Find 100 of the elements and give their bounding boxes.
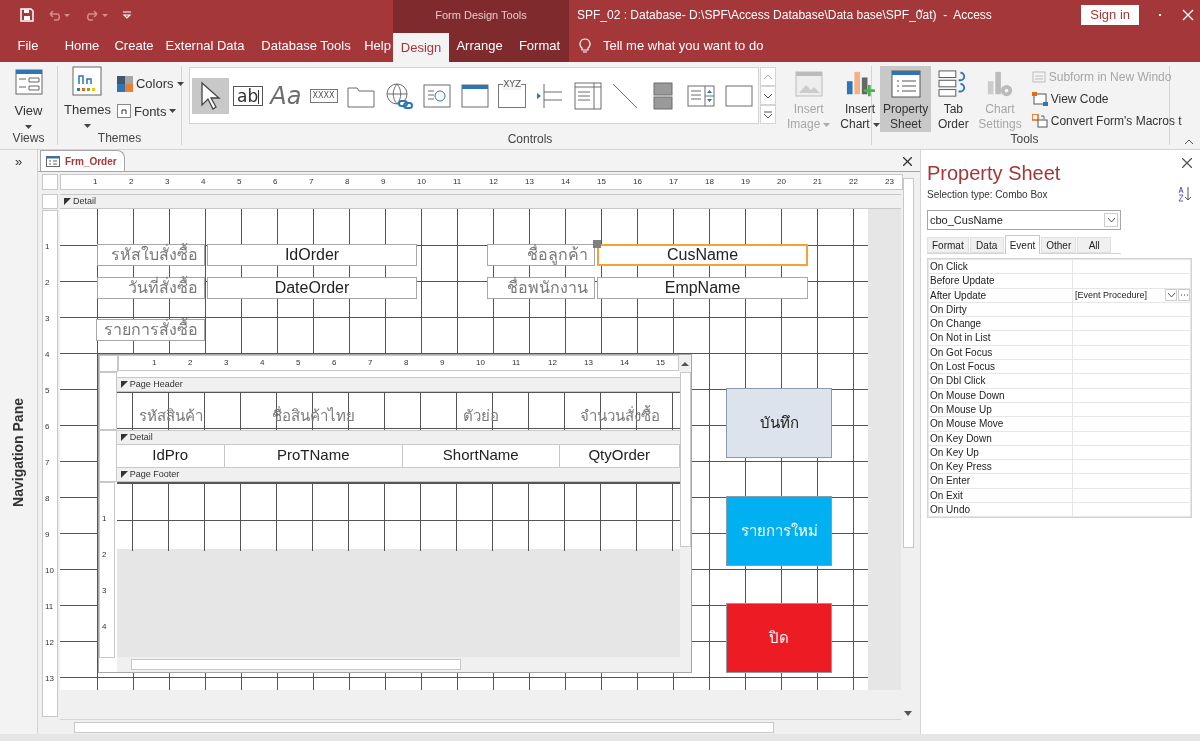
close-icon[interactable] <box>903 157 912 166</box>
dropdown-button[interactable] <box>1104 213 1118 227</box>
property-value-field[interactable] <box>1073 460 1190 474</box>
ribbon-tab[interactable]: Design <box>393 33 449 62</box>
ruler-number: 14 <box>561 176 570 188</box>
view-button[interactable]: View <box>14 66 43 131</box>
property-value-field[interactable] <box>1073 445 1190 460</box>
scroll-up-button[interactable] <box>679 355 691 372</box>
close-icon[interactable] <box>1182 158 1192 168</box>
arrow-down-icon[interactable] <box>904 711 912 716</box>
property-name: On Dirty <box>929 302 1072 317</box>
property-value-field[interactable] <box>1073 474 1190 488</box>
property-tab[interactable]: Format <box>927 237 969 253</box>
text-box-control[interactable]: EmpName <box>597 277 808 299</box>
field-label[interactable]: วันที่สั่งซื้อ <box>97 277 205 299</box>
field-label[interactable]: รหัสใบสั่งซื้อ <box>97 244 205 266</box>
fonts-button[interactable]: Fonts <box>116 101 184 121</box>
panel-title: Property Sheet <box>927 161 1061 186</box>
button-tool[interactable]: XXXX <box>305 77 342 114</box>
property-name: On Mouse Up <box>929 402 1072 417</box>
object-dropdown[interactable]: cbo_CusName <box>927 210 1121 230</box>
window-title: SPF_02 : Database- D:\SPF\Access Database\Data base\SPF_0ัat) - Access <box>577 7 992 24</box>
ruler-number: 12 <box>45 638 54 648</box>
ruler-number: 3 <box>45 314 50 324</box>
chart-icon <box>844 70 877 98</box>
property-value-field[interactable] <box>1073 302 1190 317</box>
form-view-icon <box>14 69 43 95</box>
property-value-field[interactable] <box>1073 374 1190 388</box>
builder-button[interactable] <box>1178 288 1190 301</box>
section-selector[interactable] <box>42 194 58 209</box>
property-value-field[interactable] <box>1073 388 1190 402</box>
command-button[interactable]: บันทึก <box>726 388 832 458</box>
hyperlink-icon <box>385 81 414 110</box>
ruler-number: 6 <box>331 357 337 369</box>
minimize-icon[interactable] <box>1159 13 1162 17</box>
property-value-field[interactable] <box>1073 260 1190 274</box>
property-value-field[interactable] <box>1073 402 1190 417</box>
caret-icon <box>84 123 91 128</box>
text-box-control[interactable]: IdOrder <box>207 244 417 266</box>
save-icon[interactable] <box>20 8 34 22</box>
ruler-number: 2 <box>102 550 107 560</box>
field-label[interactable]: รายการสั่งซื้อ <box>96 319 205 341</box>
ribbon-button[interactable]: Tab Order <box>934 66 973 132</box>
page-break-icon <box>535 82 564 109</box>
undo-icon[interactable] <box>46 9 72 21</box>
collapse-ribbon-icon[interactable] <box>1184 139 1194 145</box>
property-tab[interactable]: Data <box>969 237 1004 253</box>
scroll-down-button[interactable] <box>760 86 776 105</box>
text-box-tool[interactable]: ab <box>229 77 267 114</box>
property-name: On Mouse Move <box>929 417 1072 431</box>
section-title: Page Footer <box>129 467 180 481</box>
property-value-field[interactable] <box>1073 488 1190 503</box>
dropdown-button[interactable] <box>1165 288 1177 301</box>
themes-button[interactable]: Themes <box>64 66 111 131</box>
field-label[interactable]: ชื่อลูกค้า <box>487 244 595 266</box>
more-button[interactable] <box>760 105 776 124</box>
group-label: Tools <box>1010 132 1039 146</box>
property-tab[interactable]: All <box>1077 237 1112 253</box>
property-value-field[interactable] <box>1073 360 1190 374</box>
lightbulb-icon[interactable] <box>579 38 591 54</box>
ribbon-button[interactable]: Convert Form's Macros t <box>1031 112 1182 130</box>
customize-icon[interactable] <box>122 11 132 19</box>
pointer-tool[interactable] <box>192 77 229 114</box>
option-group-tool[interactable]: XYZ <box>493 77 531 114</box>
property-value-field[interactable] <box>1073 431 1190 445</box>
property-value-field[interactable] <box>1073 317 1190 331</box>
property-value-field[interactable] <box>1073 331 1190 345</box>
colors-button[interactable]: Colors <box>116 74 184 94</box>
property-value-field[interactable] <box>1073 417 1190 431</box>
section-arrow-icon <box>120 471 128 478</box>
redo-icon[interactable] <box>84 9 110 21</box>
property-value-field[interactable] <box>1073 274 1190 288</box>
property-tab[interactable]: Other <box>1041 237 1077 253</box>
tell-me-search[interactable]: Tell me what you want to do <box>603 36 764 56</box>
field-label[interactable]: ชื่อพนักงาน <box>487 277 595 299</box>
property-name: On Mouse Down <box>929 388 1072 402</box>
ribbon-button[interactable]: View Code <box>1031 90 1182 108</box>
sign-in-button[interactable]: Sign in <box>1081 5 1139 25</box>
horizontal-scrollbar[interactable] <box>116 657 680 672</box>
section-selector[interactable] <box>99 372 117 430</box>
context-tab-title: Form Design Tools <box>435 7 527 23</box>
label-tool[interactable]: Aa <box>267 77 305 114</box>
ribbon-button[interactable]: Property Sheet <box>880 66 932 132</box>
property-value-field[interactable] <box>1073 345 1190 360</box>
ruler-number: 4 <box>45 350 50 360</box>
property-value-field[interactable] <box>1073 503 1190 517</box>
property-value-field[interactable]: [Event Procedure] <box>1073 288 1190 302</box>
ruler-number: 9 <box>381 176 386 188</box>
ribbon-button[interactable]: Insert Chart <box>837 66 883 132</box>
text-box-control[interactable]: DateOrder <box>207 277 417 299</box>
document-tab[interactable]: Frm_Order <box>40 150 125 171</box>
navigation-pane-label[interactable]: Navigation Pane <box>8 398 29 508</box>
command-button[interactable]: ปิด <box>726 603 832 673</box>
expand-button[interactable]: » <box>14 152 23 172</box>
property-tab[interactable]: Event <box>1004 235 1041 254</box>
section-selector[interactable] <box>99 430 117 482</box>
sort-icon[interactable] <box>1178 186 1192 202</box>
chevron-down-icon <box>763 92 773 99</box>
ruler-number: 1 <box>45 242 50 252</box>
ruler-number: 4 <box>201 176 206 188</box>
